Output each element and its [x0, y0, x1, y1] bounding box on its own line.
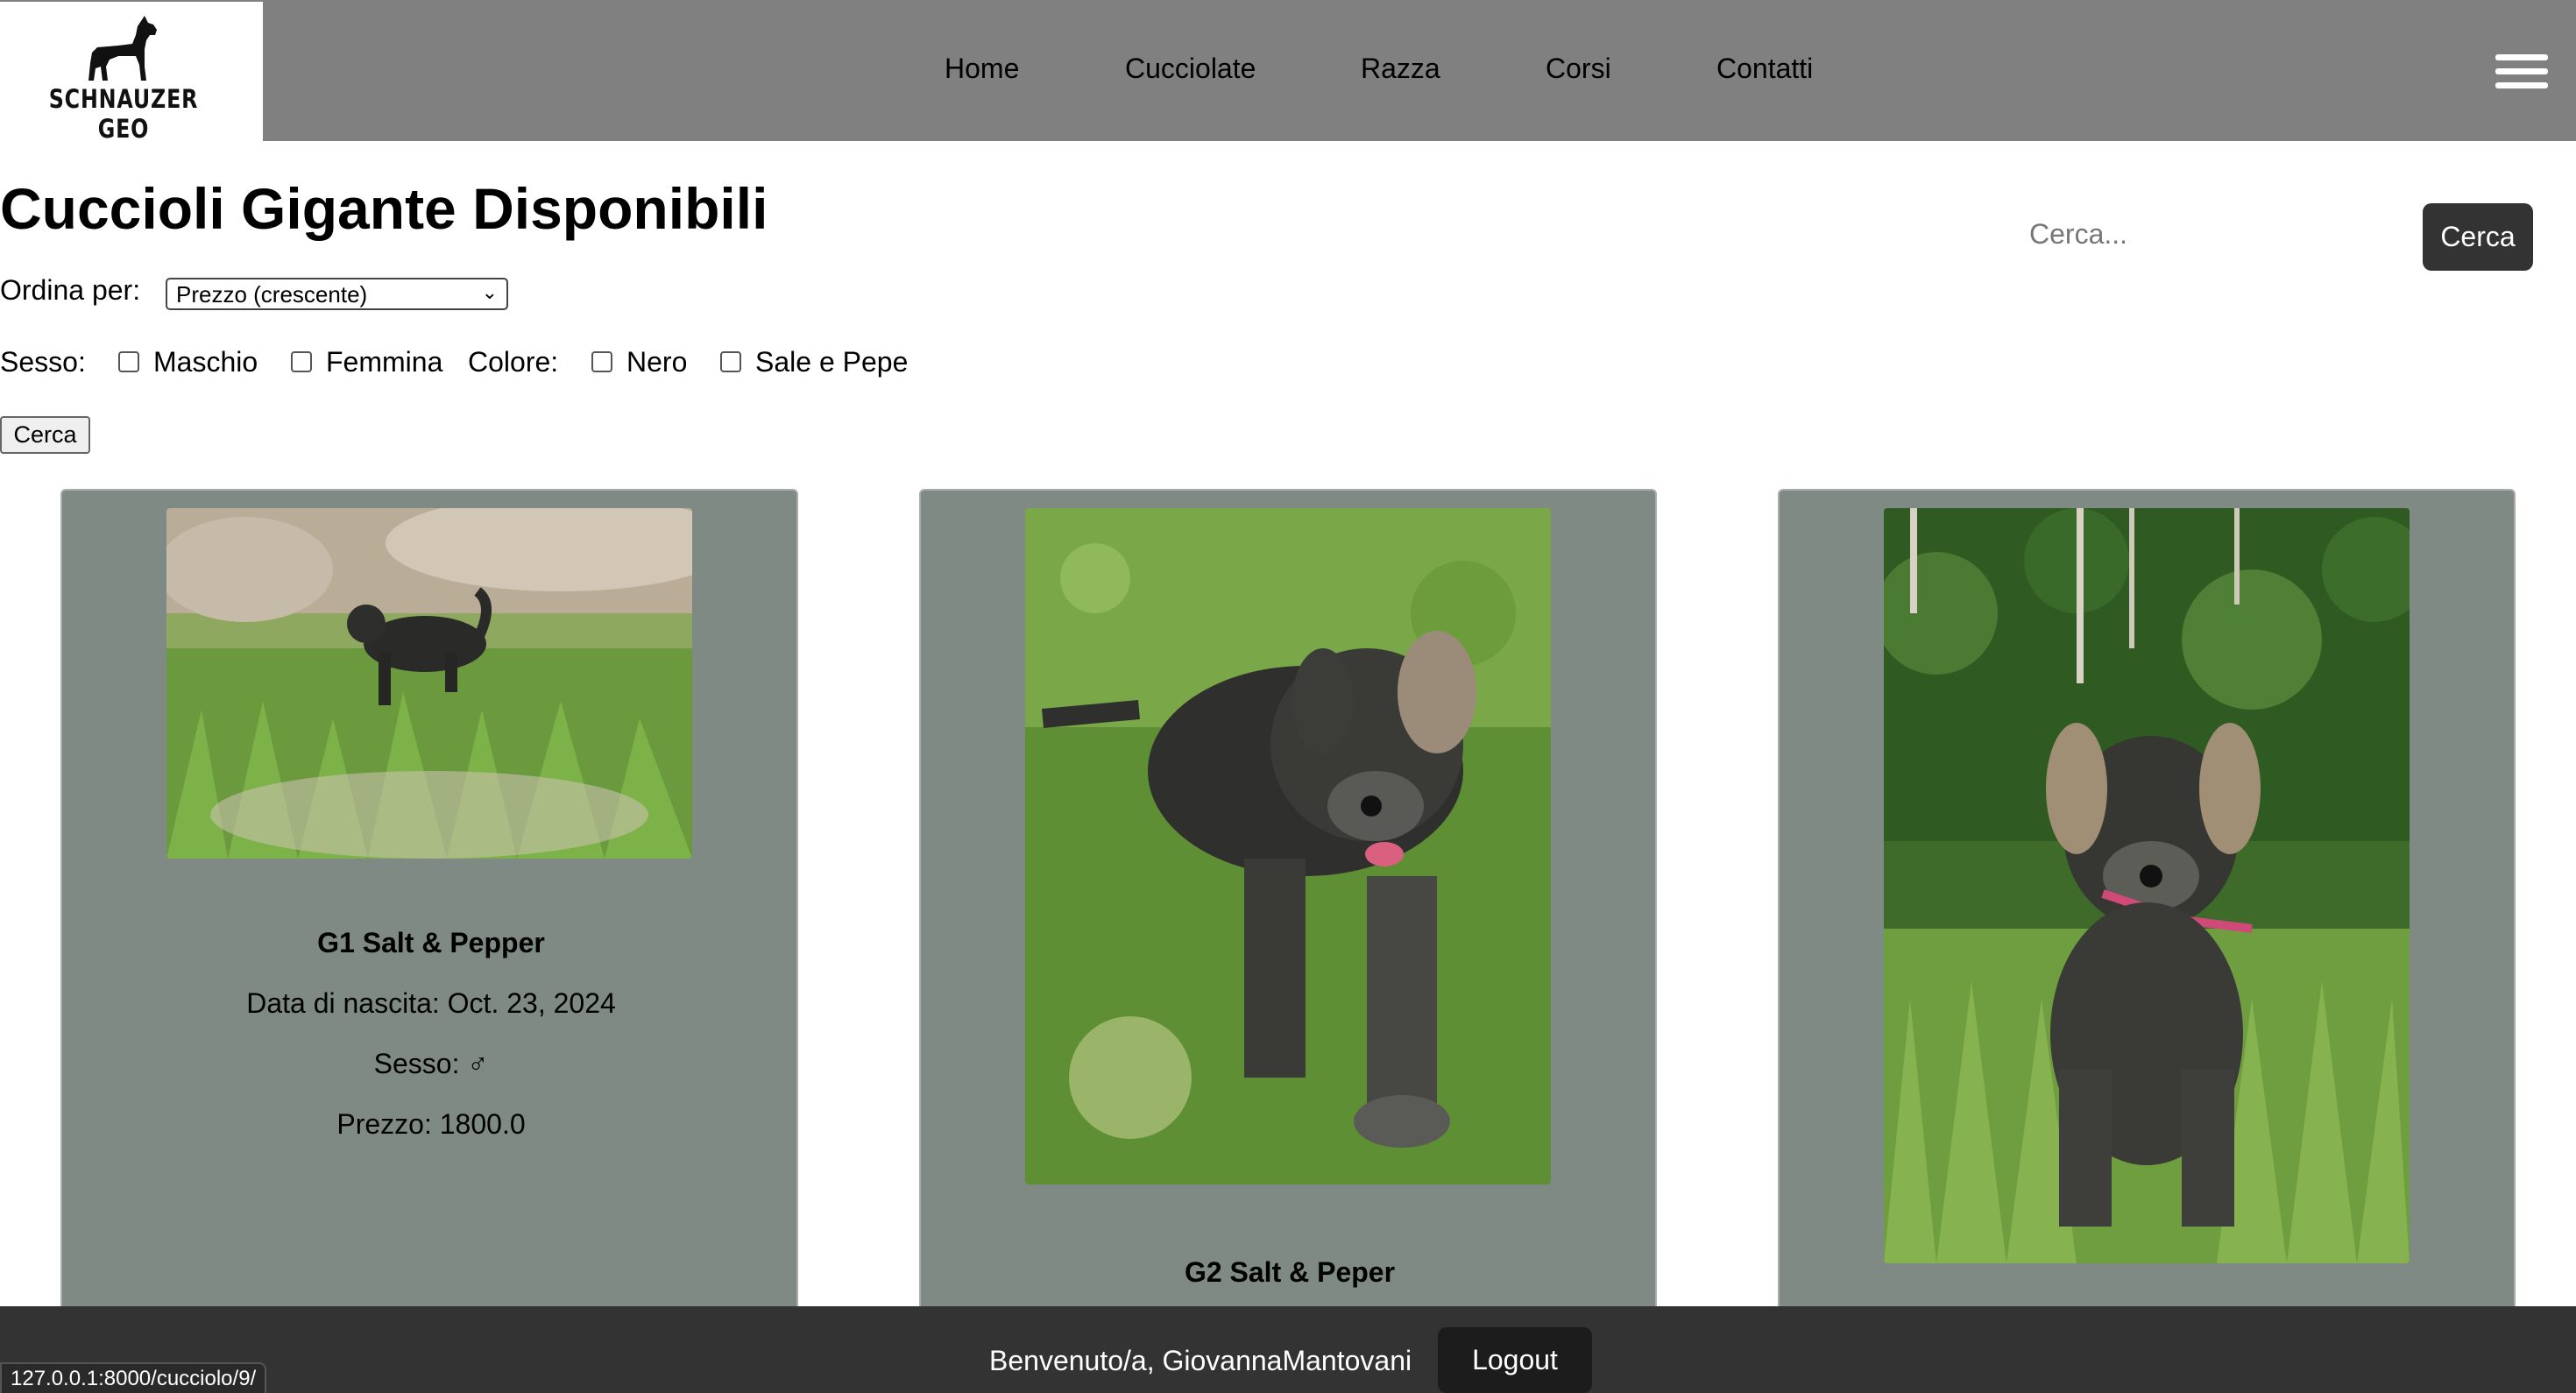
nav-corsi[interactable]: Corsi: [1546, 53, 1611, 85]
puppy-price: Prezzo: 1800.0: [336, 1108, 526, 1140]
color-filter-label: Colore:: [468, 346, 559, 378]
filter-submit-button[interactable]: Cerca: [0, 416, 90, 454]
black-checkbox[interactable]: [591, 351, 612, 372]
logo-text: SCHNAUZER GEO: [48, 84, 199, 144]
puppy-photo[interactable]: [166, 508, 692, 859]
salt-pepper-label: Sale e Pepe: [755, 346, 909, 378]
logout-button[interactable]: Logout: [1438, 1327, 1592, 1393]
chevron-down-icon: ⌄: [481, 281, 498, 303]
female-label: Femmina: [326, 346, 443, 378]
male-checkbox[interactable]: [118, 351, 139, 372]
welcome-message: Benvenuto/a, GiovannaMantovani: [989, 1345, 1412, 1376]
salt-pepper-checkbox[interactable]: [720, 351, 741, 372]
schnauzer-logo-icon: [88, 16, 157, 81]
sort-selected-value: Prezzo (crescente): [176, 281, 368, 308]
nav-home[interactable]: Home: [945, 53, 1019, 85]
puppy-photo[interactable]: [1884, 508, 2410, 1263]
puppy-name: G1 Salt & Pepper: [317, 927, 545, 958]
nav-cucciolate[interactable]: Cucciolate: [1125, 53, 1256, 85]
black-label: Nero: [626, 346, 688, 378]
male-label: Maschio: [153, 346, 258, 378]
status-bar-url: 127.0.0.1:8000/cucciolo/9/: [0, 1362, 267, 1393]
sort-label: Ordina per:: [0, 274, 141, 306]
search-button[interactable]: Cerca: [2423, 203, 2533, 271]
female-checkbox[interactable]: [291, 351, 312, 372]
logo[interactable]: SCHNAUZER GEO: [0, 2, 263, 144]
hamburger-menu-icon[interactable]: [2495, 54, 2548, 89]
sort-select[interactable]: Prezzo (crescente) ⌄: [166, 278, 508, 310]
puppy-card[interactable]: [1778, 489, 2516, 1321]
search-input[interactable]: Cerca...: [2015, 207, 2401, 261]
site-header: SCHNAUZER GEO Home Cucciolate Razza Cors…: [0, 0, 2576, 144]
puppy-sex: Sesso: ♂: [373, 1048, 489, 1079]
puppy-name: G2 Salt & Peper: [1184, 1256, 1396, 1288]
page-title: Cuccioli Gigante Disponibili: [0, 176, 768, 241]
sex-filter-label: Sesso:: [0, 346, 86, 378]
puppy-card[interactable]: G1 Salt & Pepper Data di nascita: Oct. 2…: [60, 489, 798, 1321]
puppy-card[interactable]: G2 Salt & Peper: [919, 489, 1657, 1321]
nav-contatti[interactable]: Contatti: [1716, 53, 1813, 85]
puppy-birth-date: Data di nascita: Oct. 23, 2024: [246, 987, 616, 1019]
nav-razza[interactable]: Razza: [1361, 53, 1440, 85]
puppy-photo[interactable]: [1025, 508, 1551, 1184]
